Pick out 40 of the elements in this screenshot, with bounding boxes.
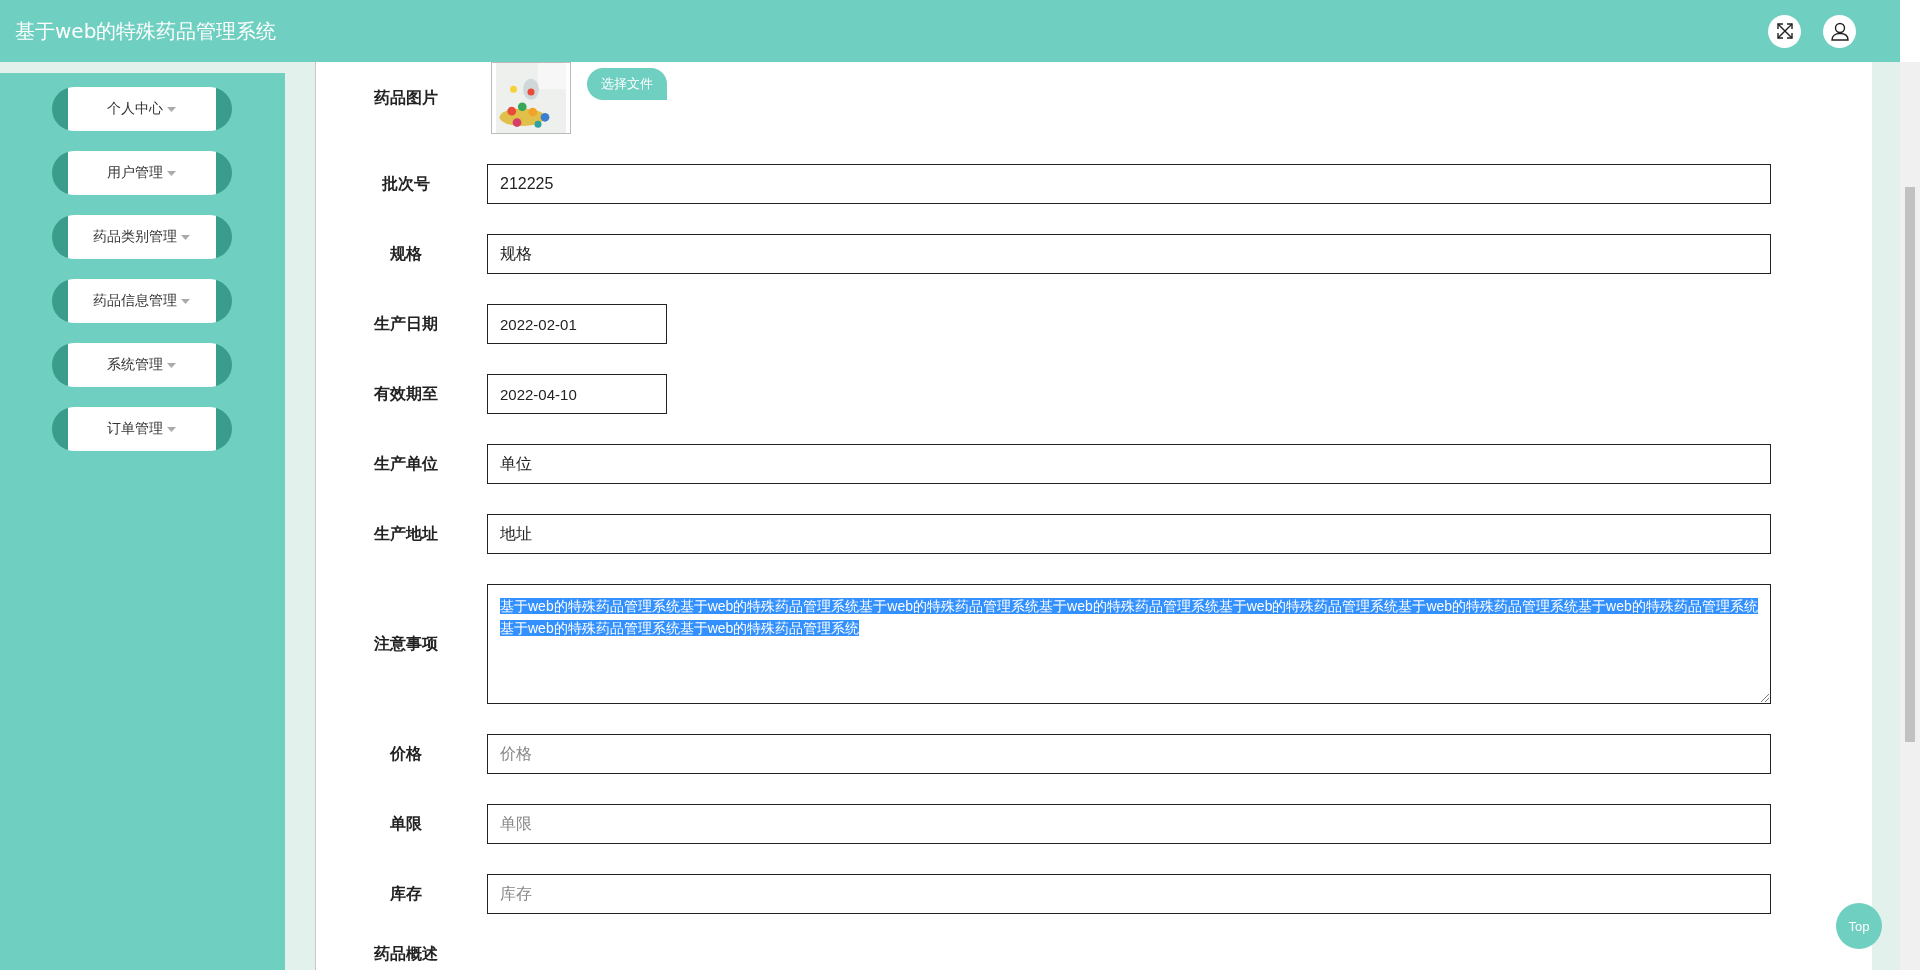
field-label: 生产地址 [372, 523, 439, 545]
field-label: 批次号 [380, 173, 431, 195]
user-icon [1829, 21, 1850, 41]
caret-icon [167, 170, 176, 176]
field-label: 生产单位 [372, 453, 439, 475]
input-field[interactable]: 212225 [487, 164, 1771, 204]
input-field[interactable]: 价格 [487, 734, 1771, 774]
scrollbar[interactable] [1900, 62, 1920, 970]
field-label: 有效期至 [373, 383, 439, 405]
field-label: 生产日期 [372, 313, 439, 335]
input-field[interactable]: 单位 [487, 444, 1771, 484]
input-field[interactable]: 单限 [487, 804, 1771, 844]
caret-icon [181, 298, 190, 304]
field-label: 注意事项 [373, 633, 439, 655]
field-label: 单限 [389, 813, 423, 835]
nav-menu-item[interactable]: 系统管理 [51, 343, 232, 387]
resize-grip-icon[interactable] [1760, 693, 1769, 702]
caret-icon [167, 362, 176, 368]
field-label: 价格 [388, 743, 423, 765]
field-label: 规格 [389, 243, 423, 265]
nav-menu-item[interactable]: 订单管理 [51, 407, 232, 451]
nav-menu-item[interactable]: 药品信息管理 [51, 279, 232, 323]
field-label: 库存 [389, 883, 423, 905]
caret-icon [181, 234, 190, 240]
input-field[interactable]: 地址 [487, 514, 1771, 554]
app-title: 基于web的特殊药品管理系统 [15, 17, 277, 45]
input-field[interactable]: 规格 [487, 234, 1771, 274]
caret-icon [167, 106, 176, 112]
field-label: 药品概述 [373, 944, 439, 965]
nav-menu-item[interactable]: 用户管理 [51, 151, 232, 195]
user-button[interactable] [1823, 14, 1856, 48]
nav-menu-item[interactable]: 个人中心 [51, 87, 232, 131]
expand-icon [1775, 22, 1794, 40]
date-field[interactable]: 2022-04-10 [487, 374, 667, 414]
field-label: 药品图片 [373, 87, 439, 109]
date-field[interactable]: 2022-02-01 [487, 304, 667, 344]
fullscreen-button[interactable] [1768, 14, 1801, 48]
caret-icon [167, 426, 176, 432]
input-field[interactable]: 库存 [487, 874, 1771, 914]
nav-menu-item[interactable]: 药品类别管理 [51, 215, 232, 259]
